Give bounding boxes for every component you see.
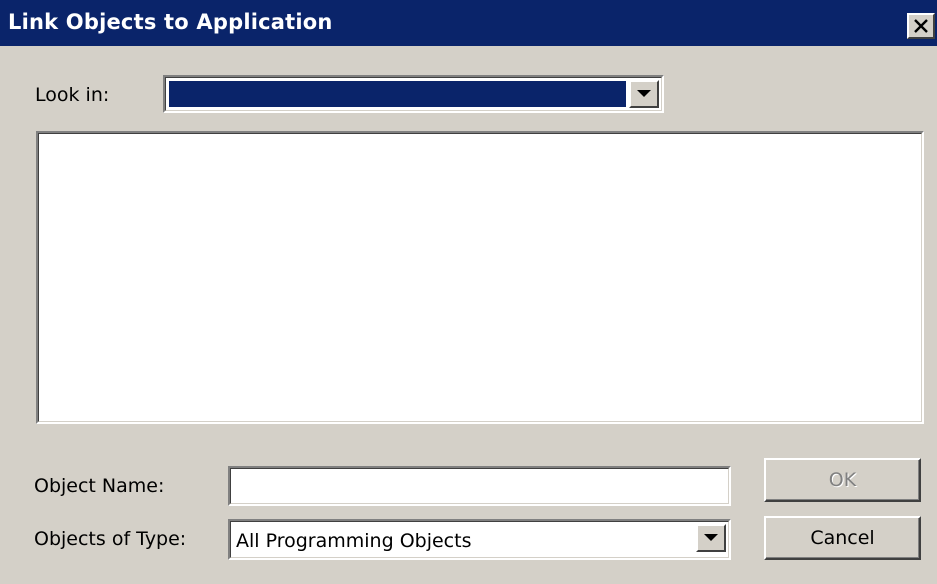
look-in-selected-value [169, 81, 626, 107]
link-objects-dialog: Link Objects to Application Look in: Obj… [0, 0, 937, 584]
objects-of-type-dropdown-button[interactable] [696, 524, 726, 552]
window-title: Link Objects to Application [8, 10, 333, 34]
objects-of-type-selected-value: All Programming Objects [236, 530, 472, 552]
ok-button[interactable]: OK [764, 458, 921, 502]
objects-of-type-label: Objects of Type: [34, 528, 187, 550]
chevron-down-icon [704, 534, 718, 541]
object-name-input[interactable] [231, 469, 728, 503]
look-in-dropdown[interactable] [163, 75, 664, 113]
object-list[interactable] [36, 131, 924, 424]
look-in-label: Look in: [35, 84, 110, 106]
cancel-button[interactable]: Cancel [764, 516, 921, 560]
objects-of-type-dropdown[interactable]: All Programming Objects [228, 519, 731, 560]
chevron-down-icon [637, 90, 651, 97]
object-name-field[interactable] [228, 466, 731, 506]
close-icon [914, 19, 928, 33]
look-in-dropdown-button[interactable] [629, 80, 659, 108]
object-name-label: Object Name: [34, 475, 165, 497]
title-bar[interactable]: Link Objects to Application [0, 0, 937, 46]
close-button[interactable] [907, 13, 935, 39]
